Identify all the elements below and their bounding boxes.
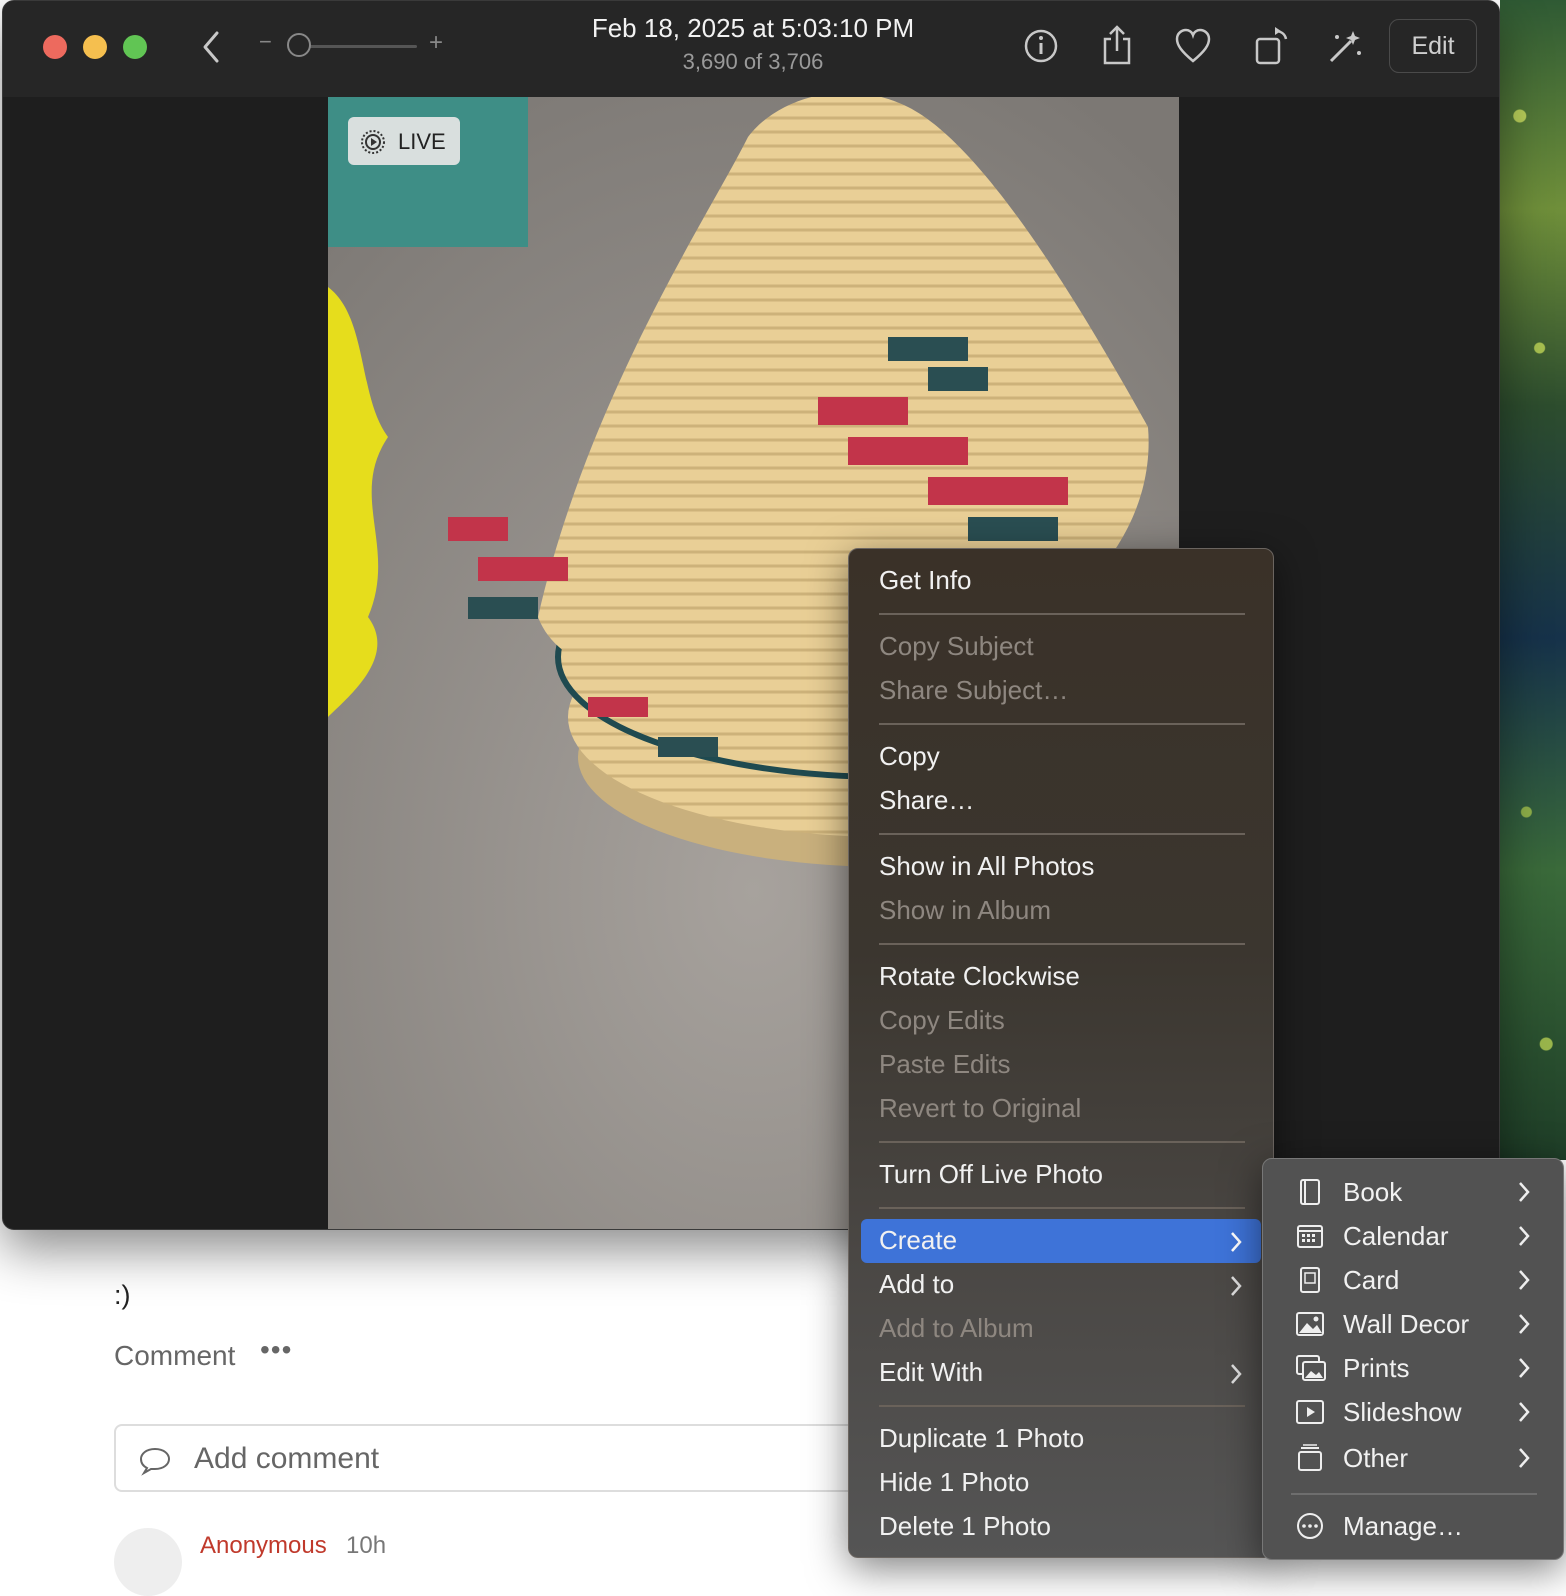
photos-window: − + Feb 18, 2025 at 5:03:10 PM 3,690 of … <box>2 0 1500 1230</box>
edit-button[interactable]: Edit <box>1389 19 1477 73</box>
chevron-right-icon <box>1519 1402 1530 1422</box>
comment-time: 10h <box>346 1532 387 1559</box>
menu-item-turn-off-live-photo[interactable]: Turn Off Live Photo <box>879 1159 1103 1190</box>
other-icon <box>1298 1444 1322 1471</box>
manage-icon <box>1297 1513 1323 1539</box>
menu-separator <box>879 943 1245 945</box>
toolbar: − + Feb 18, 2025 at 5:03:10 PM 3,690 of … <box>3 1 1499 97</box>
create-submenu: Book Calendar Card Wall Decor Prints Sli… <box>1262 1158 1564 1560</box>
menu-item-hide[interactable]: Hide 1 Photo <box>879 1467 1029 1498</box>
menu-item-edit-with[interactable]: Edit With <box>879 1357 983 1388</box>
submenu-item-prints[interactable]: Prints <box>1343 1353 1409 1384</box>
add-comment-input[interactable]: Add comment <box>114 1424 874 1492</box>
avatar <box>114 1528 182 1596</box>
comment-link[interactable]: Comment <box>114 1340 235 1372</box>
chevron-right-icon <box>1231 1276 1242 1296</box>
wall-decor-icon <box>1296 1312 1324 1336</box>
submenu-item-wall-decor[interactable]: Wall Decor <box>1343 1309 1469 1340</box>
chevron-right-icon <box>1519 1270 1530 1290</box>
comment-bubble-icon <box>139 1447 171 1476</box>
live-photo-badge[interactable]: LIVE <box>348 117 460 165</box>
menu-item-share-subject: Share Subject… <box>879 675 1069 705</box>
prints-icon <box>1296 1355 1326 1381</box>
zoom-slider-knob[interactable] <box>287 33 311 57</box>
menu-item-add-to-album: Add to Album <box>879 1313 1034 1343</box>
menu-item-copy[interactable]: Copy <box>879 741 940 772</box>
chevron-right-icon <box>1231 1364 1242 1384</box>
post-text: :) <box>114 1280 131 1310</box>
submenu-item-slideshow[interactable]: Slideshow <box>1343 1397 1462 1428</box>
submenu-item-calendar[interactable]: Calendar <box>1343 1221 1449 1252</box>
menu-item-paste-edits: Paste Edits <box>879 1049 1011 1079</box>
menu-item-share[interactable]: Share… <box>879 785 974 816</box>
calendar-icon <box>1297 1225 1323 1248</box>
menu-item-add-to[interactable]: Add to <box>879 1269 954 1300</box>
menu-item-show-in-album: Show in Album <box>879 895 1051 925</box>
chevron-right-icon <box>1231 1232 1242 1252</box>
menu-separator <box>879 1141 1245 1143</box>
menu-separator <box>879 613 1245 615</box>
submenu-separator <box>1291 1493 1537 1495</box>
menu-item-rotate-clockwise[interactable]: Rotate Clockwise <box>879 961 1080 992</box>
menu-separator <box>879 1207 1245 1209</box>
menu-separator <box>879 833 1245 835</box>
context-menu: Get Info Copy Subject Share Subject… Cop… <box>848 548 1274 1558</box>
photo-count: 3,690 of 3,706 <box>682 49 824 74</box>
live-photo-icon <box>361 130 385 154</box>
close-button[interactable] <box>43 35 67 59</box>
menu-item-copy-edits: Copy Edits <box>879 1005 1005 1035</box>
menu-item-create[interactable]: Create <box>879 1225 957 1256</box>
menu-item-get-info[interactable]: Get Info <box>879 565 972 596</box>
rotate-icon[interactable] <box>1253 23 1293 69</box>
zoom-in-label[interactable]: + <box>429 29 443 57</box>
card-icon <box>1300 1267 1320 1293</box>
heart-icon[interactable] <box>1173 23 1213 69</box>
zoom-out-label[interactable]: − <box>259 29 272 55</box>
submenu-item-other[interactable]: Other <box>1343 1443 1408 1474</box>
chevron-right-icon <box>1519 1226 1530 1246</box>
chevron-right-icon <box>1519 1182 1530 1202</box>
minimize-button[interactable] <box>83 35 107 59</box>
menu-separator <box>879 723 1245 725</box>
back-chevron-icon[interactable] <box>199 29 223 65</box>
slideshow-icon <box>1296 1400 1324 1424</box>
menu-separator <box>879 1405 1245 1407</box>
photo-date-title: Feb 18, 2025 at 5:03:10 PM <box>591 13 915 43</box>
submenu-item-card[interactable]: Card <box>1343 1265 1399 1296</box>
zoom-window-button[interactable] <box>123 35 147 59</box>
menu-item-delete[interactable]: Delete 1 Photo <box>879 1511 1051 1542</box>
share-icon[interactable] <box>1099 23 1135 69</box>
comment-placeholder: Add comment <box>194 1442 380 1475</box>
menu-item-copy-subject: Copy Subject <box>879 631 1034 661</box>
magic-wand-icon[interactable] <box>1325 23 1365 69</box>
submenu-item-book[interactable]: Book <box>1343 1177 1402 1208</box>
book-icon <box>1300 1179 1320 1205</box>
info-icon[interactable] <box>1023 23 1059 69</box>
more-options-button[interactable]: ••• <box>260 1334 292 1366</box>
comment-author[interactable]: Anonymous <box>200 1532 327 1560</box>
menu-item-duplicate[interactable]: Duplicate 1 Photo <box>879 1423 1084 1454</box>
chevron-right-icon <box>1519 1448 1530 1468</box>
chevron-right-icon <box>1519 1314 1530 1334</box>
desktop-wallpaper <box>1500 0 1566 1160</box>
menu-item-revert-to-original: Revert to Original <box>879 1093 1082 1123</box>
live-label: LIVE <box>398 129 446 154</box>
chevron-right-icon <box>1519 1358 1530 1378</box>
menu-item-show-in-all-photos[interactable]: Show in All Photos <box>879 851 1094 882</box>
submenu-item-manage[interactable]: Manage… <box>1343 1511 1463 1542</box>
